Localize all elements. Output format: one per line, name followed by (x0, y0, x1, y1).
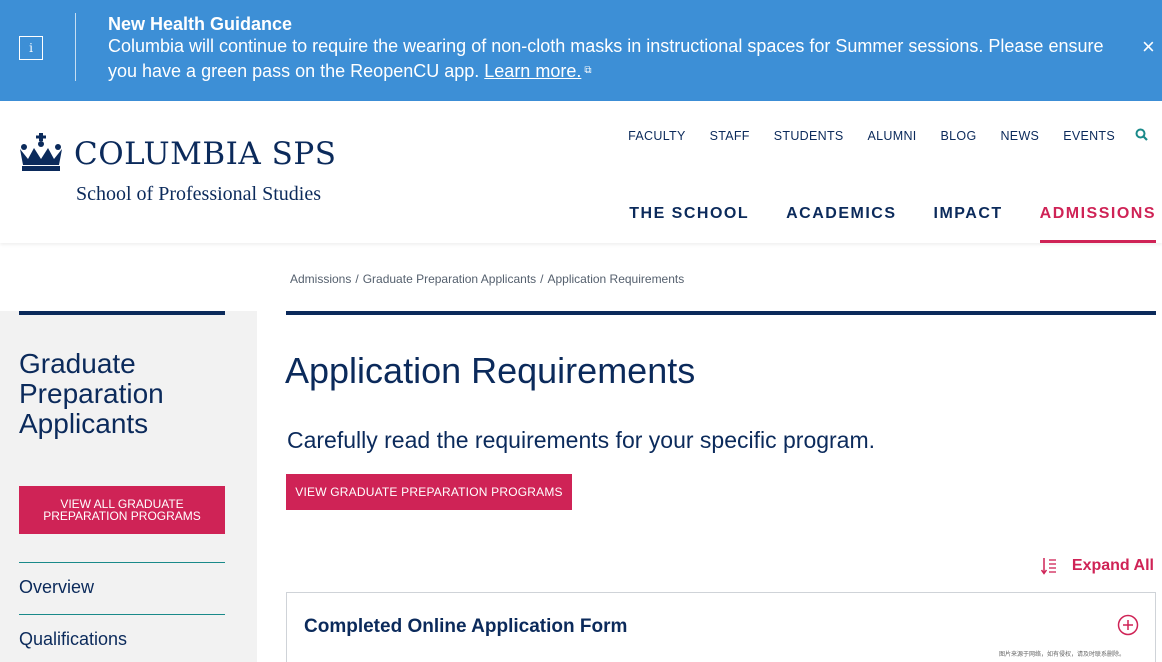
sidebar-title: Graduate Preparation Applicants (19, 348, 164, 439)
sidebar-item-qualifications[interactable]: Qualifications (19, 614, 225, 650)
logo-wordmark: COLUMBIA SPS (74, 136, 337, 172)
sidebar-rule (19, 311, 225, 315)
util-nav-students[interactable]: STUDENTS (774, 129, 844, 143)
expand-all-label: Expand All (1071, 557, 1154, 574)
crown-icon (20, 133, 62, 171)
info-icon: i (19, 36, 43, 60)
close-icon[interactable]: × (1142, 36, 1155, 58)
expand-all-button[interactable]: Expand All (1040, 557, 1154, 575)
alert-title: New Health Guidance (108, 14, 293, 34)
nav-impact[interactable]: IMPACT (934, 205, 1003, 243)
accordion-item[interactable]: Completed Online Application Form 图片来源于网… (286, 592, 1156, 662)
plus-circle-icon[interactable] (1117, 614, 1139, 636)
watermark-text: 图片来源于网络，如有侵权，请及时联系删除。 (998, 652, 1125, 658)
alert-divider (75, 13, 76, 81)
accordion-title: Completed Online Application Form (304, 616, 628, 637)
logo-subtitle: School of Professional Studies (76, 183, 321, 205)
view-all-programs-button[interactable]: VIEW ALL GRADUATE PREPARATION PROGRAMS (19, 486, 225, 534)
nav-the-school[interactable]: THE SCHOOL (629, 205, 749, 243)
breadcrumb-current: Application Requirements (547, 272, 685, 286)
page-title: Application Requirements (285, 350, 696, 391)
util-nav-events[interactable]: EVENTS (1063, 129, 1115, 143)
breadcrumb-admissions[interactable]: Admissions (290, 272, 351, 286)
breadcrumb-graduate-preparation[interactable]: Graduate Preparation Applicants (363, 272, 536, 286)
sidebar-item-overview[interactable]: Overview (19, 562, 225, 598)
external-link-icon: ⧉ (584, 64, 592, 76)
util-nav-alumni[interactable]: ALUMNI (868, 129, 917, 143)
utility-nav: FACULTY STAFF STUDENTS ALUMNI BLOG NEWS … (604, 128, 1148, 144)
search-icon[interactable] (1135, 128, 1148, 144)
content-rule (286, 311, 1156, 315)
alert-message: Columbia will continue to require the we… (108, 35, 1118, 83)
nav-academics[interactable]: ACADEMICS (786, 205, 896, 243)
util-nav-blog[interactable]: BLOG (941, 129, 977, 143)
alert-message-text: Columbia will continue to require the we… (108, 36, 1104, 81)
expand-list-icon (1040, 558, 1056, 575)
lead-text: Carefully read the requirements for your… (287, 427, 876, 453)
learn-more-link[interactable]: Learn more. (484, 61, 581, 81)
main-nav: THE SCHOOL ACADEMICS IMPACT ADMISSIONS (592, 205, 1157, 243)
site-header: COLUMBIA SPS School of Professional Stud… (0, 101, 1162, 243)
alert-banner: i New Health Guidance Columbia will cont… (0, 0, 1162, 101)
sidebar: Graduate Preparation Applicants VIEW ALL… (0, 311, 257, 662)
columbia-sps-logo[interactable]: COLUMBIA SPS School of Professional Stud… (18, 131, 338, 209)
util-nav-staff[interactable]: STAFF (710, 129, 750, 143)
util-nav-news[interactable]: NEWS (1000, 129, 1039, 143)
util-nav-faculty[interactable]: FACULTY (628, 129, 685, 143)
nav-admissions[interactable]: ADMISSIONS (1039, 205, 1157, 243)
breadcrumb: Admissions / Graduate Preparation Applican… (290, 272, 685, 286)
view-programs-button[interactable]: VIEW GRADUATE PREPARATION PROGRAMS (286, 474, 572, 510)
